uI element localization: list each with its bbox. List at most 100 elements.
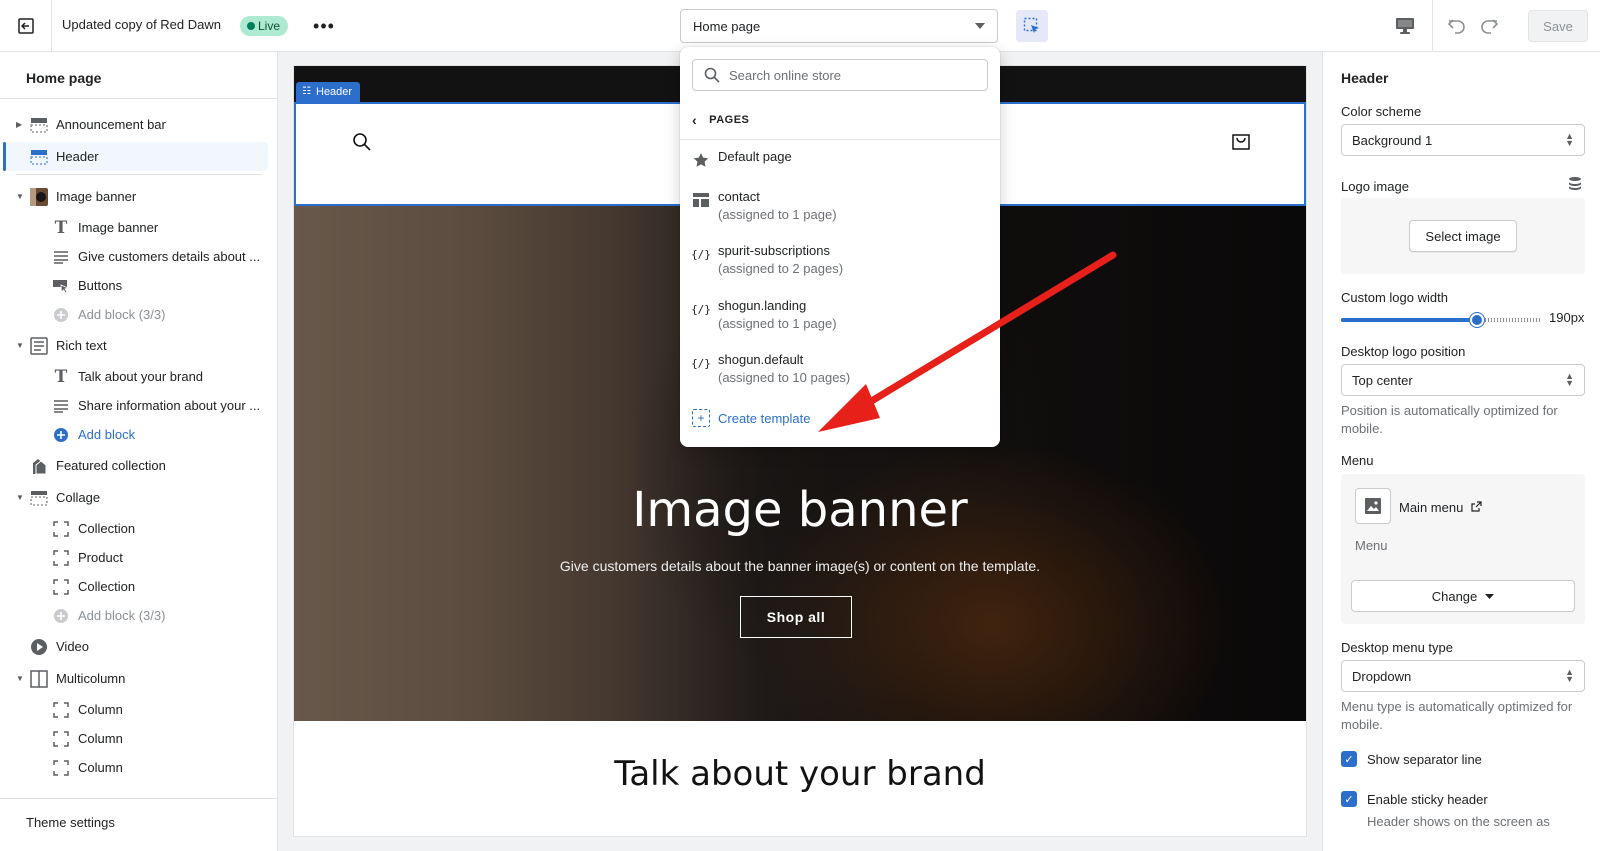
section-header[interactable]: Header [3,142,268,171]
text-block-icon: T [54,366,68,387]
logo-width-slider[interactable] [1341,313,1541,327]
section-label: Announcement bar [56,117,166,132]
section-image-banner[interactable]: ▼ Image banner [0,182,278,211]
block-rich-heading[interactable]: T Talk about your brand [0,362,278,391]
checkmark-icon[interactable]: ✓ [1341,751,1357,767]
separator-line-checkbox[interactable]: ✓ Show separator line [1341,751,1482,767]
block-image-banner-heading[interactable]: T Image banner [0,213,278,242]
desktop-view-button[interactable] [1390,12,1420,40]
add-circle-icon [52,426,70,444]
block-rich-text[interactable]: Share information about your ... [0,391,278,420]
redo-button[interactable] [1475,12,1503,40]
logo-position-label: Desktop logo position [1341,344,1466,359]
menu-name-text: Main menu [1399,500,1464,515]
change-label: Change [1431,588,1478,604]
caret-down-icon[interactable]: ▼ [16,493,24,502]
theme-settings-link[interactable]: Theme settings [0,798,278,851]
layout-icon [692,191,710,209]
select-cursor-icon [1023,17,1039,33]
block-collage-product[interactable]: Product [0,543,278,572]
exit-editor-button[interactable] [0,0,52,52]
collage-icon [30,489,48,507]
block-buttons[interactable]: Buttons [0,271,278,300]
banner-text: Give customers details about the banner … [559,558,1041,574]
image-icon [1365,498,1381,514]
caret-right-icon[interactable]: ▶ [16,120,24,129]
template-name: spurit-subscriptions [718,243,830,258]
sticky-header-checkbox[interactable]: ✓ Enable sticky header [1341,791,1488,807]
block-collage-collection-2[interactable]: Collection [0,572,278,601]
cart-icon[interactable] [1230,130,1252,152]
search-icon[interactable] [352,132,372,152]
image-thumbnail-icon [30,187,48,206]
dashed-box-icon [52,701,70,719]
pages-label: PAGES [709,114,750,126]
more-actions-button[interactable]: ••• [310,14,338,38]
page-template-select[interactable]: Home page [680,9,998,43]
section-video[interactable]: Video [0,632,278,661]
section-label: Video [56,639,90,654]
section-label: Header [56,149,99,164]
caret-down-icon[interactable]: ▼ [16,341,24,350]
block-column-1[interactable]: Column [0,695,278,724]
block-label: Image banner [78,220,159,235]
menu-type-select[interactable]: Dropdown ▲ ▼ [1341,660,1585,692]
block-collage-collection-1[interactable]: Collection [0,514,278,543]
block-label: Add block (3/3) [78,307,166,322]
add-circle-icon [52,607,70,625]
block-label: Collection [78,521,136,536]
checkmark-icon[interactable]: ✓ [1341,791,1357,807]
buttons-block-icon [52,277,70,295]
inspector-toggle-button[interactable] [1016,10,1048,42]
section-announcement-bar[interactable]: ▶ Announcement bar [0,110,278,139]
search-icon [704,67,720,83]
section-multicolumn[interactable]: ▼ Multicolumn [0,664,278,693]
section-collage[interactable]: ▼ Collage [0,483,278,512]
block-label: Column [78,731,123,746]
logo-position-select[interactable]: Top center ▲ ▼ [1341,364,1585,396]
settings-panel: Header Color scheme Background 1 ▲ ▼ Logo… [1322,52,1600,851]
logo-image-label: Logo image [1341,179,1409,194]
menu-type-value: Dropdown [1352,668,1412,684]
template-name: Default page [718,149,792,164]
pages-back-button[interactable]: ‹ PAGES [692,109,749,131]
dynamic-source-icon[interactable] [1567,176,1583,192]
slider-thumb[interactable] [1470,313,1484,327]
block-column-3[interactable]: Column [0,753,278,782]
caret-down-icon[interactable]: ▼ [16,674,24,683]
sections-sidebar: Home page ▶ Announcement bar Header ▼ Im… [0,52,278,851]
color-scheme-select[interactable]: Background 1 ▲ ▼ [1341,124,1585,156]
external-link-icon [1471,501,1482,512]
add-block-button[interactable]: Add block [0,420,278,449]
section-featured-collection[interactable]: Featured collection [0,451,278,480]
block-column-2[interactable]: Column [0,724,278,753]
save-button[interactable]: Save [1528,10,1588,42]
block-label: Column [78,702,123,717]
select-image-button[interactable]: Select image [1409,220,1517,252]
caret-down-icon[interactable]: ▼ [16,192,24,201]
block-label: Add block (3/3) [78,608,166,623]
change-menu-button[interactable]: Change [1351,580,1575,612]
search-store-input[interactable]: Search online store [692,59,988,91]
block-banner-text[interactable]: Give customers details about ... [0,242,278,271]
dropdown-divider [680,139,1000,140]
search-placeholder: Search online store [729,67,842,83]
undo-button[interactable] [1443,12,1471,40]
block-label: Product [78,550,123,565]
star-icon [692,151,710,169]
liquid-code-icon: {/} [691,247,711,261]
logo-width-value: 190px [1549,310,1585,325]
paragraph-icon [52,248,70,266]
menu-name-link[interactable]: Main menu [1399,500,1482,515]
header-section-tag: Header [296,82,361,102]
block-label: Buttons [78,278,123,293]
template-name: shogun.default [718,352,804,367]
create-template-button[interactable]: + Create template [692,409,811,427]
dashed-box-icon [52,759,70,777]
shop-all-button[interactable]: Shop all [740,596,852,638]
section-rich-text[interactable]: ▼ Rich text [0,331,278,360]
menu-type-help: Menu type is automatically optimized for… [1341,699,1573,732]
dashed-box-icon [52,549,70,567]
menu-picker: Main menu Menu Change [1341,474,1585,624]
slider-fill [1341,318,1477,322]
